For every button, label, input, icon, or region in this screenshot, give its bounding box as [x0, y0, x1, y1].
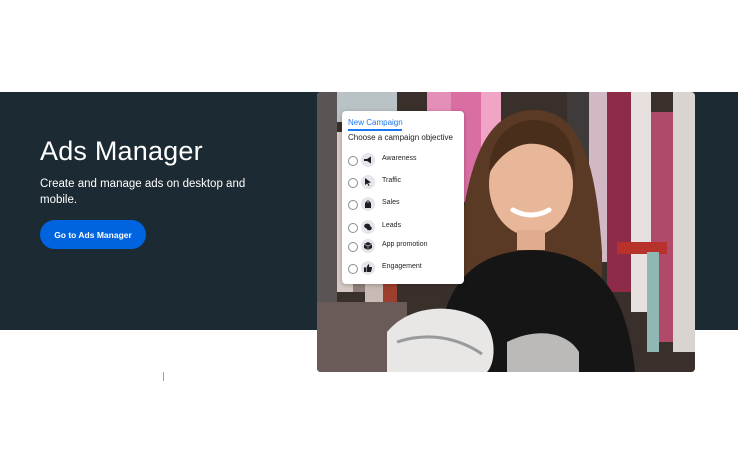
- radio-button[interactable]: [348, 156, 358, 166]
- objective-label: Sales: [382, 199, 400, 206]
- go-to-ads-manager-button[interactable]: Go to Ads Manager: [40, 220, 146, 249]
- thumbs-up-icon: [361, 261, 375, 275]
- chat-bubbles-icon: [361, 220, 375, 234]
- objective-label: Awareness: [382, 155, 417, 162]
- radio-button[interactable]: [348, 264, 358, 274]
- radio-button[interactable]: [348, 200, 358, 210]
- shopping-bag-icon: [361, 197, 375, 211]
- cursor-icon: [361, 175, 375, 189]
- text-cursor: [163, 372, 164, 381]
- megaphone-icon: [361, 153, 375, 167]
- hero-title: Ads Manager: [40, 136, 203, 166]
- objective-option-traffic[interactable]: Traffic: [347, 175, 459, 190]
- radio-button[interactable]: [348, 178, 358, 188]
- objective-label: App promotion: [382, 241, 428, 248]
- card-heading: Choose a campaign objective: [348, 133, 453, 142]
- objective-option-sales[interactable]: Sales: [347, 197, 459, 212]
- tab-underline: [348, 129, 402, 131]
- cube-icon: [361, 239, 375, 253]
- objective-label: Leads: [382, 222, 402, 229]
- objective-option-leads[interactable]: Leads: [347, 220, 459, 235]
- objective-option-engagement[interactable]: Engagement: [347, 261, 459, 276]
- radio-button[interactable]: [348, 223, 358, 233]
- page: Ads Manager Create and manage ads on des…: [0, 0, 738, 472]
- objective-option-awareness[interactable]: Awareness: [347, 153, 459, 168]
- hero-description: Create and manage ads on desktop and mob…: [40, 178, 246, 206]
- new-campaign-tab[interactable]: New Campaign: [348, 118, 403, 127]
- objective-label: Engagement: [382, 263, 422, 270]
- campaign-objective-card: New Campaign Choose a campaign objective…: [342, 111, 464, 284]
- objective-label: Traffic: [382, 177, 402, 184]
- objective-option-app-promotion[interactable]: App promotion: [347, 239, 459, 254]
- radio-button[interactable]: [348, 242, 358, 252]
